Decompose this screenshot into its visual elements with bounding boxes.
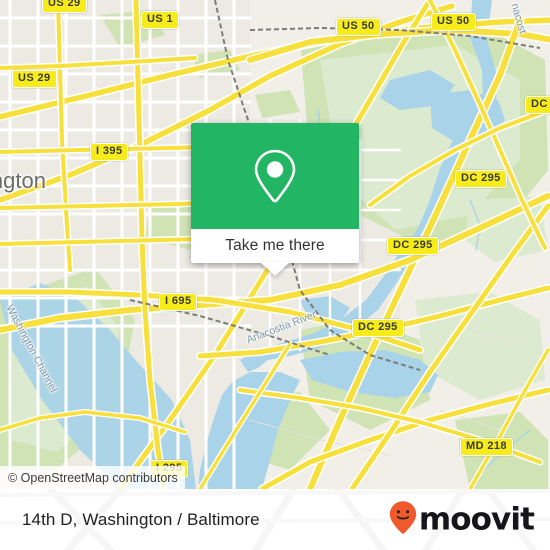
road-shield-us-29-top: US 29 [42, 0, 87, 13]
moovit-smiling-pin-icon [389, 500, 417, 539]
take-me-there-label: Take me there [225, 237, 325, 254]
road-shield-us-50-a: US 50 [336, 18, 381, 36]
osm-attribution[interactable]: © OpenStreetMap contributors [0, 466, 185, 489]
road-shield-i-395: I 395 [90, 143, 129, 161]
location-callout-card[interactable]: Take me there [191, 123, 359, 276]
road-shield-md-218: MD 218 [460, 438, 513, 456]
road-shield-dc-295-b: DC 295 [387, 237, 439, 255]
moovit-map-screen: .land { fill:#f2efe9; } .green { fill:#c… [0, 0, 550, 550]
map-pin-icon [251, 148, 299, 204]
callout-card-header [191, 123, 359, 229]
road-shield-us-29: US 29 [12, 70, 57, 88]
road-shield-us-50-b: US 50 [431, 13, 476, 31]
osm-attribution-text: © OpenStreetMap contributors [8, 470, 178, 485]
road-shield-dc-edge: DC [525, 96, 550, 114]
road-shield-dc-295-a: DC 295 [455, 170, 507, 188]
map-canvas[interactable]: .land { fill:#f2efe9; } .green { fill:#c… [0, 0, 550, 489]
location-title: 14th D, Washington / Baltimore [22, 509, 260, 529]
road-shield-i-695: I 695 [159, 293, 198, 311]
moovit-logo[interactable]: moovit [389, 500, 535, 539]
callout-pointer [260, 262, 290, 276]
map-place-label: ington [0, 168, 46, 193]
take-me-there-button[interactable]: Take me there [191, 229, 359, 276]
moovit-wordmark: moovit [418, 501, 535, 537]
road-shield-us-1: US 1 [141, 11, 180, 29]
road-shield-dc-295-c: DC 295 [352, 319, 404, 337]
footer-bar: 14th D, Washington / Baltimore moovit [0, 489, 550, 550]
